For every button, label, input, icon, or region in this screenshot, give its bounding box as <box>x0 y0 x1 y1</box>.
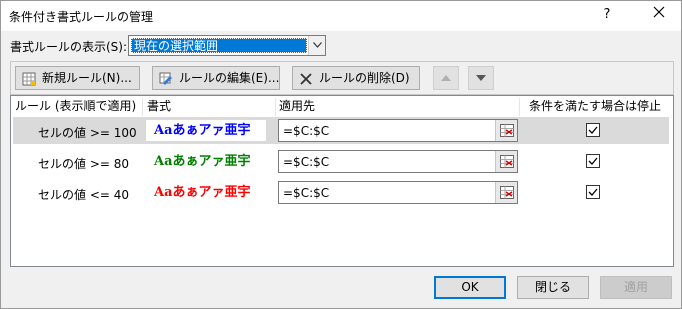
show-rules-dropdown[interactable]: 現在の選択範囲 <box>128 35 326 56</box>
new-rule-label: 新規ルール(N)... <box>42 71 132 85</box>
stop-if-true-checkbox[interactable] <box>586 185 600 199</box>
rule-row[interactable]: セルの値 >= 100 Aaあぁアァ亜宇 =$C:$C <box>13 117 669 144</box>
rule-row[interactable]: セルの値 >= 80 Aaあぁアァ亜宇 =$C:$C <box>13 148 669 175</box>
delete-rule-label: ルールの削除(D) <box>319 71 410 85</box>
applies-to-value: =$C:$C <box>283 186 330 200</box>
rule-row[interactable]: セルの値 <= 40 Aaあぁアァ亜宇 =$C:$C <box>13 179 669 206</box>
column-header-applies-to: 適用先 <box>279 99 316 113</box>
dialog-title: 条件付き書式ルールの管理 <box>9 10 154 24</box>
range-select-icon[interactable] <box>495 151 517 172</box>
move-down-button[interactable] <box>468 66 494 90</box>
rule-name: セルの値 <= 40 <box>38 188 130 202</box>
column-header-stop-if-true: 条件を満たす場合は停止 <box>529 99 662 113</box>
column-divider <box>519 98 520 116</box>
stop-if-true-checkbox[interactable] <box>586 123 600 137</box>
close-button[interactable]: 閉じる <box>517 276 589 299</box>
applies-to-value: =$C:$C <box>283 155 330 169</box>
range-select-icon[interactable] <box>495 120 517 141</box>
checkmark-icon <box>588 157 598 165</box>
column-header-rule: ルール (表示順で適用) <box>15 99 137 113</box>
new-rule-icon <box>22 71 36 93</box>
close-icon[interactable] <box>647 4 671 26</box>
checkmark-icon <box>588 126 598 134</box>
column-divider <box>142 98 143 116</box>
applies-to-field[interactable]: =$C:$C <box>278 181 518 204</box>
applies-to-field[interactable]: =$C:$C <box>278 119 518 142</box>
arrow-up-icon <box>441 75 451 81</box>
show-rules-label: 書式ルールの表示(S): <box>10 40 128 54</box>
new-rule-button[interactable]: 新規ルール(N)... <box>15 66 140 90</box>
edit-rule-label: ルールの編集(E)... <box>179 71 280 85</box>
column-divider <box>275 98 276 116</box>
column-header-format: 書式 <box>147 99 172 113</box>
edit-rule-icon <box>159 71 173 93</box>
format-preview: Aaあぁアァ亜宇 <box>146 151 266 172</box>
format-preview: Aaあぁアァ亜宇 <box>146 120 266 141</box>
range-select-icon[interactable] <box>495 182 517 203</box>
applies-to-field[interactable]: =$C:$C <box>278 150 518 173</box>
chevron-down-icon[interactable] <box>308 36 325 55</box>
show-rules-selected: 現在の選択範囲 <box>131 38 307 53</box>
delete-icon <box>299 71 313 93</box>
delete-rule-button[interactable]: ルールの削除(D) <box>292 66 420 90</box>
edit-rule-button[interactable]: ルールの編集(E)... <box>152 66 280 90</box>
applies-to-value: =$C:$C <box>283 124 330 138</box>
ok-button[interactable]: OK <box>434 276 506 299</box>
move-up-button[interactable] <box>433 66 459 90</box>
help-button[interactable]: ? <box>597 7 617 25</box>
rules-toolbar: 新規ルール(N)... ルールの編集(E)... ルールの削除(D) <box>10 61 674 95</box>
title-bar: 条件付き書式ルールの管理 ? <box>1 1 681 31</box>
rule-name: セルの値 >= 80 <box>38 157 130 171</box>
dialog-window: 条件付き書式ルールの管理 ? 書式ルールの表示(S): 現在の選択範囲 新規ルー… <box>0 0 682 309</box>
apply-button[interactable]: 適用 <box>600 276 672 299</box>
format-preview: Aaあぁアァ亜宇 <box>146 182 266 203</box>
checkmark-icon <box>588 188 598 196</box>
arrow-down-icon <box>476 75 486 81</box>
rules-list: ルール (表示順で適用) 書式 適用先 条件を満たす場合は停止 セルの値 >= … <box>10 95 674 267</box>
stop-if-true-checkbox[interactable] <box>586 154 600 168</box>
rule-name: セルの値 >= 100 <box>38 126 137 140</box>
